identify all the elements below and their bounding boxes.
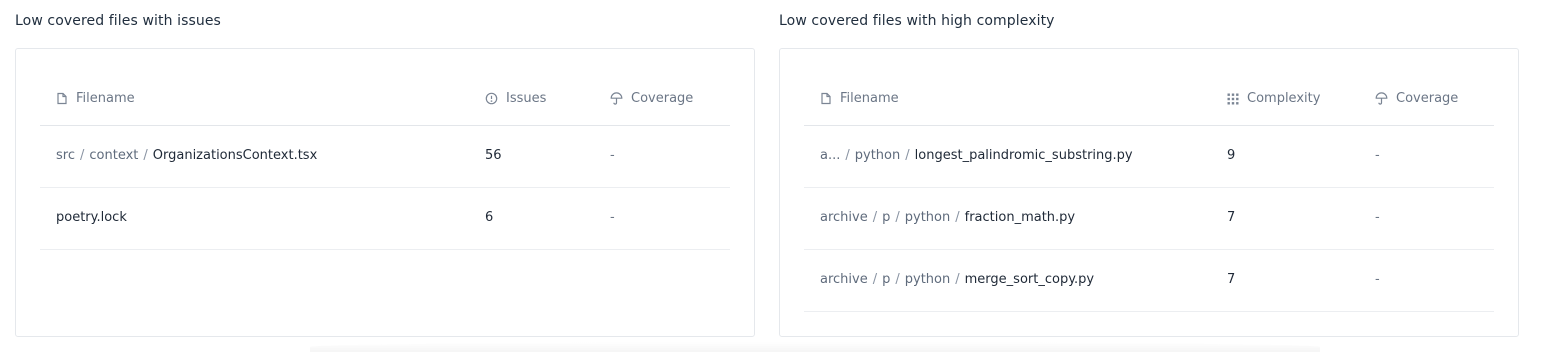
section-title: Low covered files with issues (15, 13, 221, 29)
low-coverage-issues-section: Low covered files with issues Filename I… (15, 0, 755, 352)
coverage-value: - (1375, 148, 1380, 163)
coverage-value: - (1375, 272, 1380, 287)
column-header-filename[interactable]: Filename (56, 91, 135, 106)
complexity-value: 7 (1227, 210, 1236, 225)
complexity-value: 7 (1227, 272, 1236, 287)
column-header-issues[interactable]: Issues (485, 91, 546, 106)
coverage-value: - (610, 148, 615, 163)
complexity-value: 9 (1227, 148, 1236, 163)
grid-dots-icon (1227, 93, 1239, 104)
file-name-link[interactable]: OrganizationsContext.tsx (153, 148, 318, 163)
file-icon (57, 92, 67, 105)
table-row[interactable]: archive / p / python / merge_sort_copy.py 7 - (804, 250, 1494, 312)
issues-table: Filename Issues Coverage src / context / Org… (40, 73, 730, 250)
file-name-link[interactable]: merge_sort_copy.py (965, 272, 1094, 287)
file-path[interactable]: poetry.lock (56, 210, 127, 225)
file-path[interactable]: src / context / OrganizationsContext.tsx (56, 148, 317, 163)
column-header-coverage[interactable]: Coverage (1375, 91, 1458, 106)
umbrella-icon (1375, 92, 1388, 105)
table-row[interactable]: a... / python / longest_palindromic_substrin… (804, 126, 1494, 188)
issues-count: 56 (485, 148, 502, 163)
column-header-complexity[interactable]: Complexity (1227, 91, 1320, 106)
table-row[interactable]: poetry.lock 6 - (40, 188, 730, 250)
file-icon (821, 92, 831, 105)
alert-circle-icon (485, 92, 498, 105)
table-row[interactable]: src / context / OrganizationsContext.tsx 56 … (40, 126, 730, 188)
file-name-link[interactable]: poetry.lock (56, 210, 127, 225)
issues-count: 6 (485, 210, 494, 225)
coverage-value: - (610, 210, 615, 225)
file-path[interactable]: archive / p / python / fraction_math.py (820, 210, 1075, 225)
column-header-filename[interactable]: Filename (820, 91, 899, 106)
column-header-coverage[interactable]: Coverage (610, 91, 693, 106)
section-title: Low covered files with high complexity (779, 13, 1055, 29)
low-coverage-complexity-section: Low covered files with high complexity F… (779, 0, 1519, 352)
table-header: Filename Issues Coverage (40, 73, 730, 126)
coverage-value: - (1375, 210, 1380, 225)
file-name-link[interactable]: fraction_math.py (965, 210, 1075, 225)
table-row[interactable]: archive / p / python / fraction_math.py 7 - (804, 188, 1494, 250)
complexity-table: Filename Complexity Coverage a... / python… (804, 73, 1494, 312)
file-name-link[interactable]: longest_palindromic_substring.py (915, 148, 1133, 163)
umbrella-icon (610, 92, 623, 105)
bottom-shadow (310, 342, 1320, 352)
low-coverage-issues-card: Filename Issues Coverage src / context / Org… (15, 48, 755, 337)
file-path[interactable]: a... / python / longest_palindromic_substrin… (820, 148, 1133, 163)
low-coverage-complexity-card: Filename Complexity Coverage a... / python… (779, 48, 1519, 337)
file-path[interactable]: archive / p / python / merge_sort_copy.py (820, 272, 1094, 287)
table-header: Filename Complexity Coverage (804, 73, 1494, 126)
